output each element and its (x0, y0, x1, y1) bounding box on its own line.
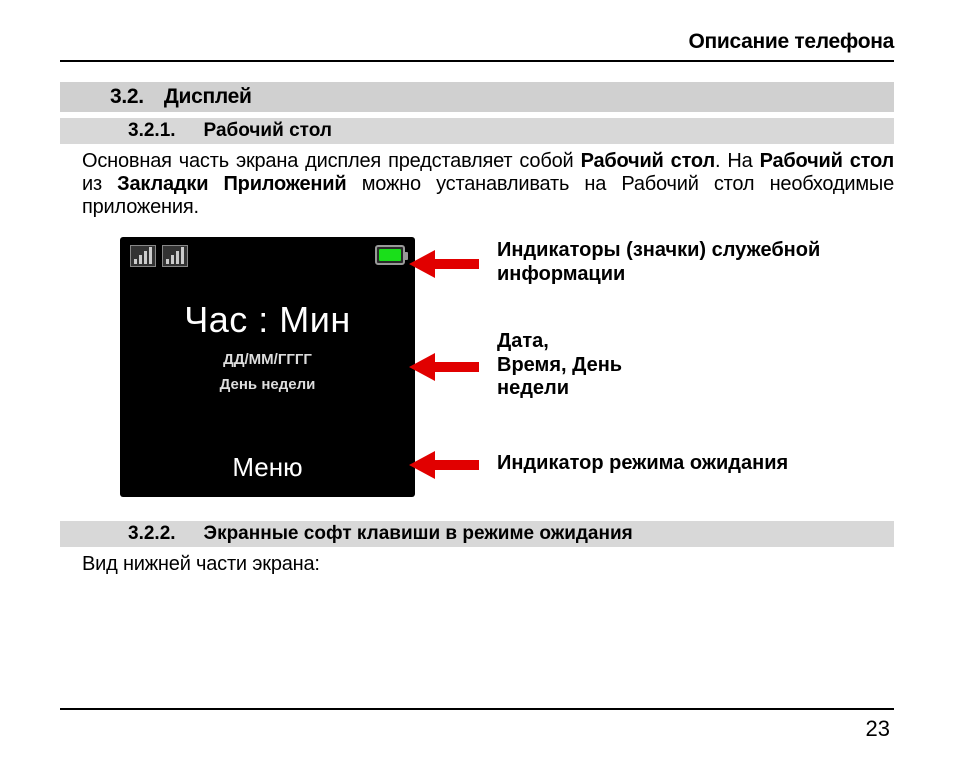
callout-text: Дата, Время, День недели (497, 330, 622, 401)
clock-time: Час : Мин (120, 299, 415, 341)
battery-icon (375, 245, 405, 265)
display-diagram: Час : Мин ДД/ММ/ГГГГ День недели Меню Ин… (60, 219, 894, 515)
subsection-heading-2: 3.2.2. Экранные софт клавиши в режиме ожи… (60, 521, 894, 547)
arrow-icon (409, 353, 479, 379)
signal-icon (162, 245, 188, 267)
page-number: 23 (866, 716, 890, 742)
clock-area: Час : Мин ДД/ММ/ГГГГ День недели (120, 299, 415, 393)
subsection-heading-1: 3.2.1. Рабочий стол (60, 118, 894, 144)
callout-text: Индикатор режима ожидания (497, 452, 788, 476)
status-bar (120, 237, 415, 277)
callout-datetime: Дата, Время, День недели (415, 330, 894, 401)
subsection-number: 3.2.2. (128, 523, 176, 544)
phone-screen: Час : Мин ДД/ММ/ГГГГ День недели Меню (120, 237, 415, 497)
section-number: 3.2. (110, 85, 144, 108)
paragraph-2: Вид нижней части экрана: (60, 547, 894, 576)
callout-text: Индикаторы (значки) служебной информации (497, 239, 894, 286)
section-title: Дисплей (164, 85, 252, 108)
arrow-icon (409, 250, 479, 276)
footer-rule (60, 708, 894, 710)
signal-icon (130, 245, 156, 267)
callout-standby: Индикатор режима ожидания (415, 451, 894, 477)
menu-label: Меню (120, 452, 415, 497)
paragraph-1: Основная часть экрана дисплея представля… (60, 144, 894, 219)
arrow-icon (409, 451, 479, 477)
section-heading: 3.2. Дисплей (60, 82, 894, 112)
callout-column: Индикаторы (значки) служебной информации… (415, 237, 894, 497)
subsection-title: Экранные софт клавиши в режиме ожидания (204, 523, 633, 544)
subsection-number: 3.2.1. (128, 120, 176, 141)
clock-date: ДД/ММ/ГГГГ (120, 351, 415, 368)
callout-indicators: Индикаторы (значки) служебной информации (415, 239, 894, 286)
page-header: Описание телефона (60, 30, 894, 62)
subsection-title: Рабочий стол (204, 120, 332, 141)
clock-day: День недели (120, 376, 415, 393)
signal-icons (130, 245, 188, 267)
